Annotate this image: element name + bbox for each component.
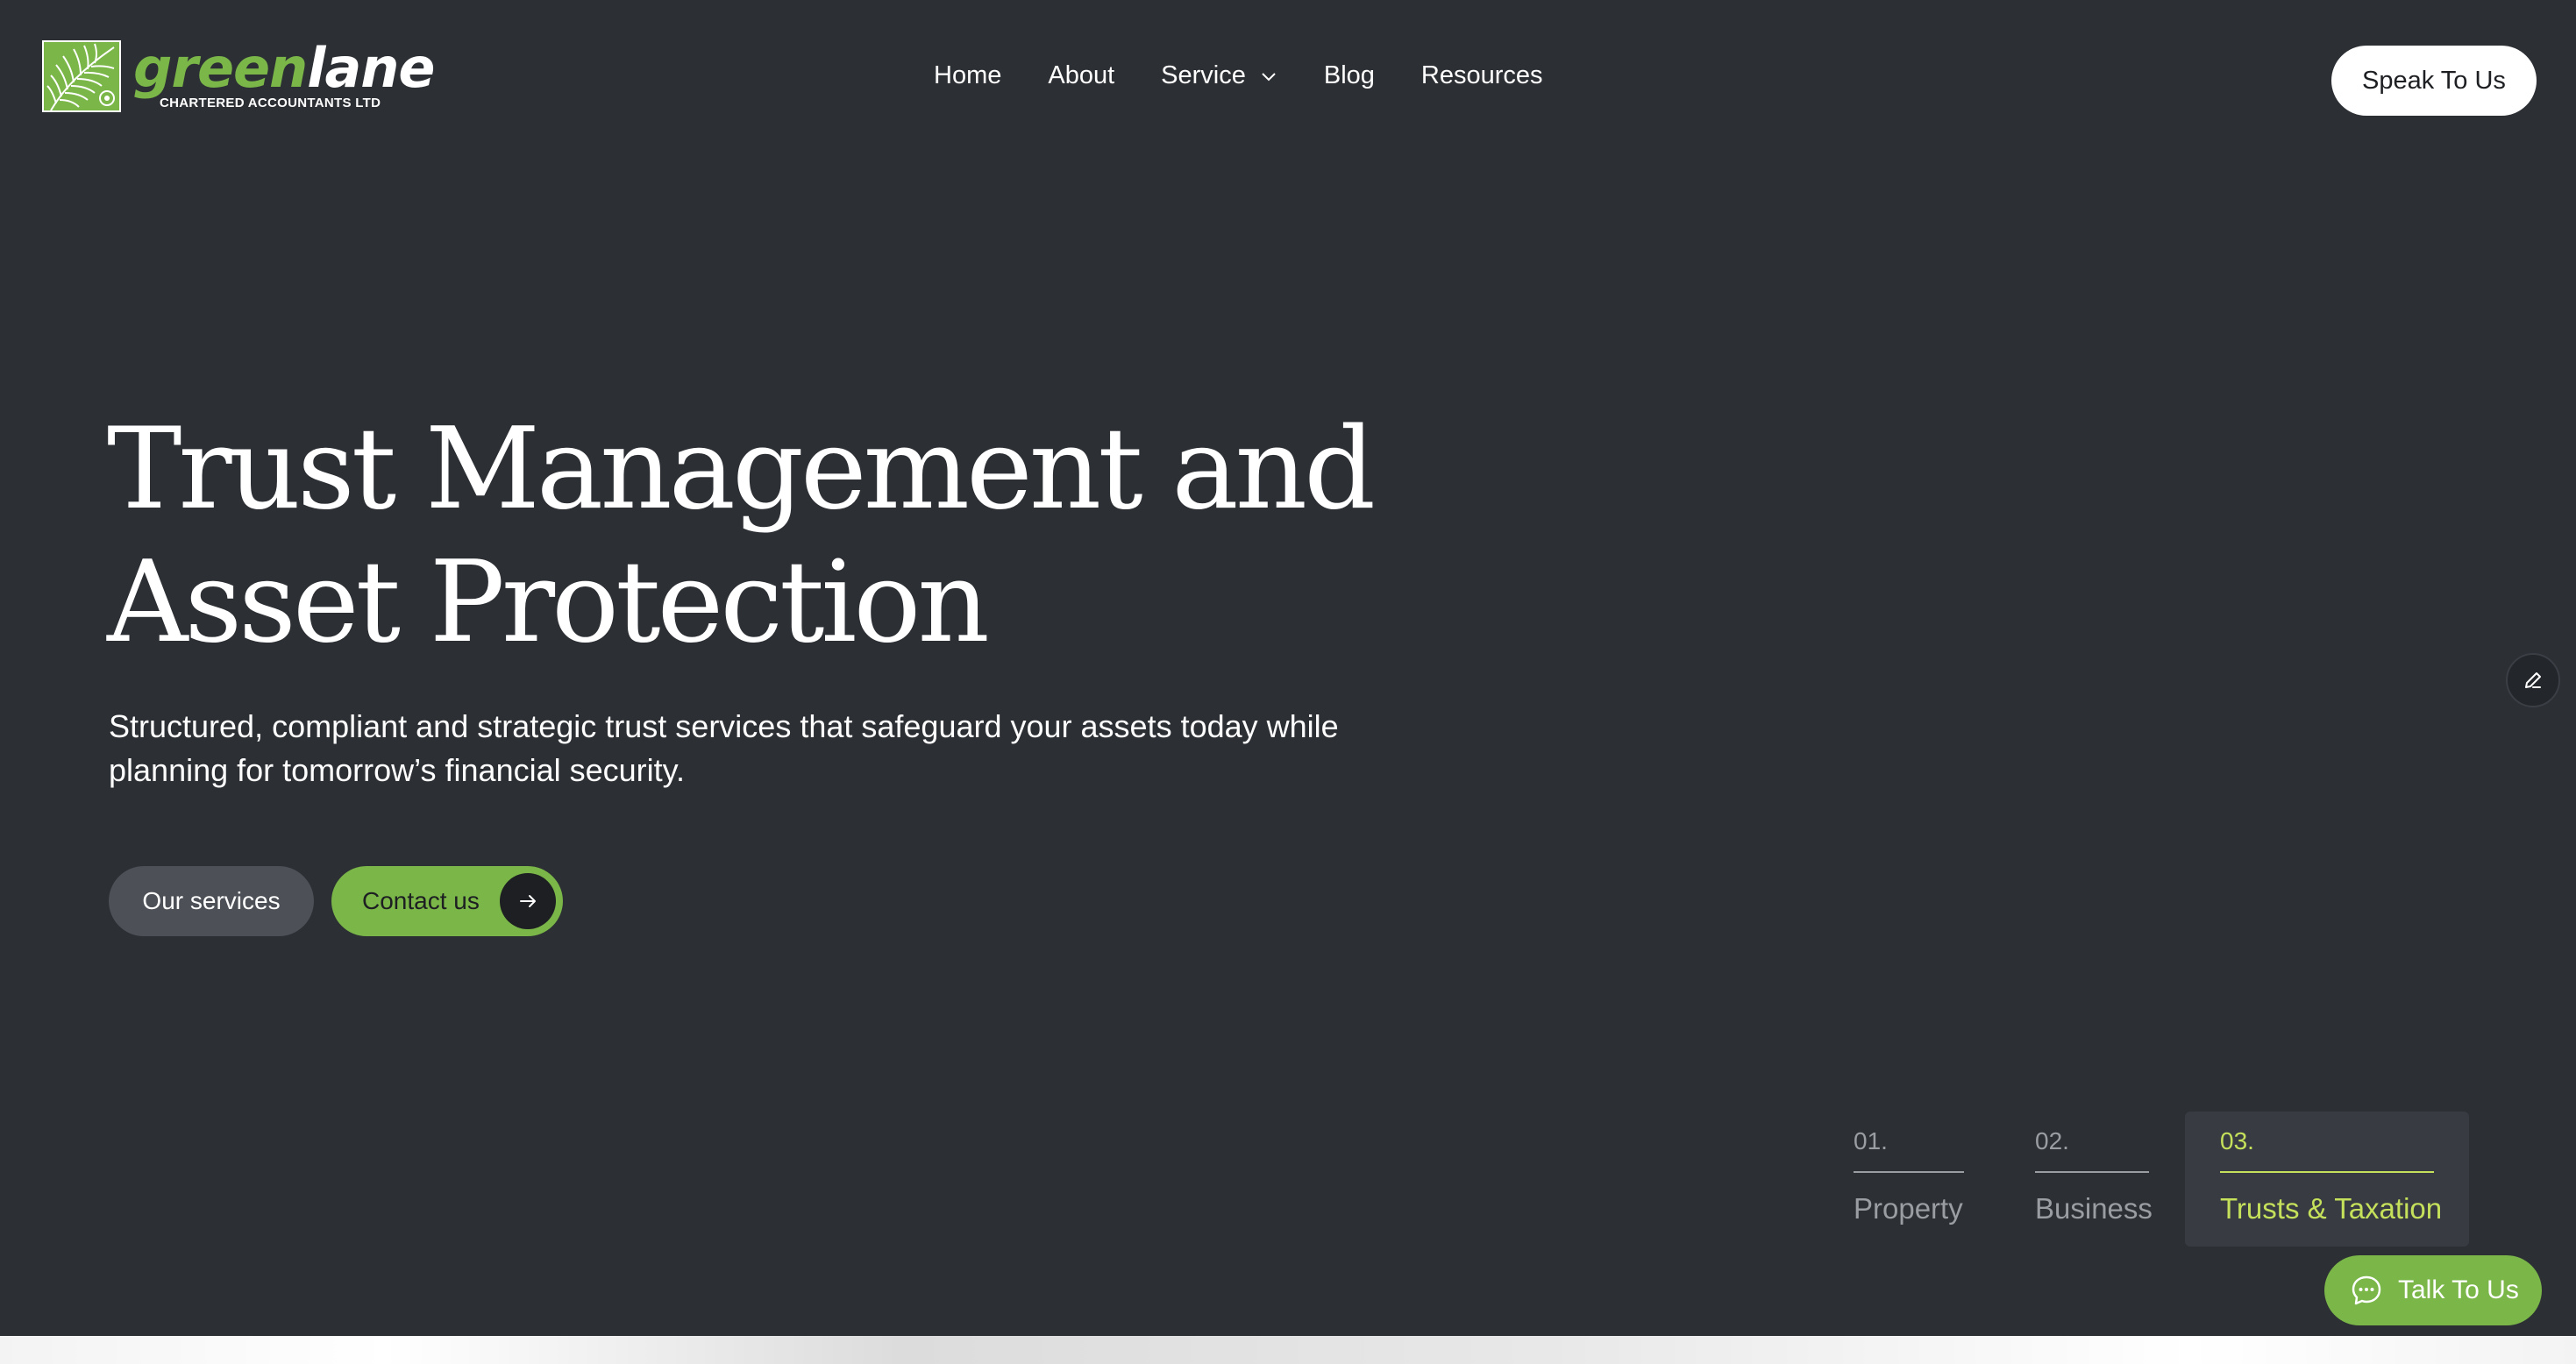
edit-button[interactable] — [2506, 653, 2560, 707]
nav-resources-label: Resources — [1420, 61, 1543, 89]
nav-home-label: Home — [934, 61, 1002, 89]
talk-to-us-button[interactable]: Talk To Us — [2324, 1255, 2542, 1325]
tab-trusts-label: Trusts & Taxation — [2220, 1192, 2443, 1225]
talk-to-us-label: Talk To Us — [2398, 1275, 2519, 1304]
tab-property[interactable]: 01. Property — [1854, 1112, 1966, 1247]
tab-business[interactable]: 02. Business — [2035, 1112, 2153, 1247]
hero-subtitle: Structured, compliant and strategic trus… — [109, 708, 1339, 788]
hero-title-line-1: Trust Management and — [107, 404, 1376, 535]
our-services-button[interactable]: Our services — [109, 866, 314, 936]
nav-service[interactable]: Service — [1161, 61, 1277, 90]
fern-logo-icon — [42, 40, 121, 112]
tab-property-label: Property — [1854, 1192, 1963, 1225]
tab-trusts-number: 03. — [2220, 1127, 2254, 1154]
nav-blog[interactable]: Blog — [1324, 61, 1375, 90]
logo-word-white: lane — [307, 35, 435, 100]
tab-business-label: Business — [2035, 1192, 2153, 1225]
logo-text: greenlane CHARTERED ACCOUNTANTS LTD — [133, 40, 435, 110]
speak-to-us-button[interactable]: Speak To Us — [2331, 46, 2537, 116]
chat-bubble-icon — [2352, 1275, 2381, 1305]
contact-us-label: Contact us — [362, 887, 480, 914]
nav-resources[interactable]: Resources — [1421, 61, 1543, 90]
nav-about-label: About — [1048, 61, 1115, 89]
page: greenlane CHARTERED ACCOUNTANTS LTD Home… — [0, 0, 2576, 1364]
arrow-right-icon — [500, 873, 556, 929]
tab-trusts-taxation[interactable]: 03. Trusts & Taxation — [2185, 1112, 2469, 1247]
bottom-strip — [0, 1336, 2576, 1364]
nav-service-label: Service — [1161, 61, 1246, 89]
chevron-down-icon — [1262, 72, 1276, 81]
hero-title-line-2: Asset Protection — [107, 537, 990, 668]
tab-business-number: 02. — [2035, 1127, 2069, 1154]
main-nav: Home About Service Blog Resources — [934, 61, 1543, 90]
nav-about[interactable]: About — [1048, 61, 1114, 90]
nav-blog-label: Blog — [1323, 61, 1375, 89]
logo-word-green: green — [133, 35, 308, 100]
tab-property-number: 01. — [1854, 1127, 1888, 1154]
nav-home[interactable]: Home — [934, 61, 1001, 90]
hero-title: Trust Management and Asset Protection — [107, 403, 1422, 670]
pencil-icon — [2525, 672, 2541, 688]
logo-tagline: CHARTERED ACCOUNTANTS LTD — [160, 95, 381, 110]
logo[interactable]: greenlane CHARTERED ACCOUNTANTS LTD — [42, 40, 435, 112]
contact-us-button[interactable]: Contact us — [331, 866, 563, 936]
tab-property-line — [1854, 1171, 1964, 1173]
logo-wordmark: greenlane — [133, 40, 435, 95]
tab-trusts-line — [2220, 1171, 2434, 1173]
tab-business-line — [2035, 1171, 2149, 1173]
